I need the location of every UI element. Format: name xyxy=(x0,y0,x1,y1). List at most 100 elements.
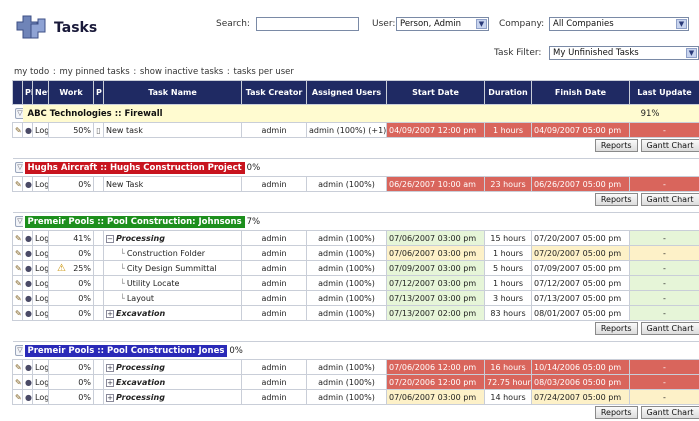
link-tasks-per-user[interactable]: tasks per user xyxy=(233,67,293,77)
col-last-update[interactable]: Last Update xyxy=(630,81,699,105)
new-log-cell[interactable]: Log xyxy=(33,231,49,246)
new-log-cell[interactable]: Log xyxy=(33,261,49,276)
expand-icon[interactable]: + xyxy=(106,310,114,318)
task-name[interactable]: New task xyxy=(106,126,143,135)
task-name-cell: +Excavation xyxy=(104,375,242,390)
expand-icon[interactable]: + xyxy=(106,364,114,372)
col-start-date[interactable]: Start Date xyxy=(387,81,485,105)
task-filter-select[interactable]: My Unfinished Tasks ▼ xyxy=(549,46,699,60)
pencil-icon[interactable]: ✎ xyxy=(15,279,22,288)
link-pinned-tasks[interactable]: my pinned tasks xyxy=(59,67,129,77)
pencil-icon[interactable]: ✎ xyxy=(15,309,22,318)
col-work[interactable]: Work xyxy=(49,81,94,105)
new-log-cell[interactable]: Log xyxy=(33,276,49,291)
collapse-chevron-icon[interactable]: ▽ xyxy=(15,345,23,356)
link-my-todo[interactable]: my todo xyxy=(14,67,49,77)
pencil-icon[interactable]: ✎ xyxy=(15,393,22,402)
link-inactive-tasks[interactable]: show inactive tasks xyxy=(140,67,223,77)
pencil-icon[interactable]: ✎ xyxy=(15,249,22,258)
collapse-icon[interactable]: − xyxy=(106,235,114,243)
pin-icon[interactable]: ● xyxy=(25,378,32,387)
new-log-cell[interactable]: Log xyxy=(33,177,49,192)
pin-icon[interactable]: ● xyxy=(25,234,32,243)
search-input[interactable] xyxy=(256,17,359,31)
col-task-creator[interactable]: Task Creator xyxy=(242,81,307,105)
company-select[interactable]: All Companies ▼ xyxy=(549,17,689,31)
new-log-cell[interactable]: Log xyxy=(33,375,49,390)
new-log-cell[interactable]: Log xyxy=(33,306,49,321)
pin-icon[interactable]: ● xyxy=(25,294,32,303)
pencil-icon[interactable]: ✎ xyxy=(15,264,22,273)
actions-row: ReportsGantt Chart xyxy=(13,321,699,337)
task-links: my todo : my pinned tasks : show inactiv… xyxy=(14,67,294,77)
pin-cell: ● xyxy=(23,360,33,375)
pin-icon[interactable]: ● xyxy=(25,126,32,135)
pencil-icon[interactable]: ✎ xyxy=(15,234,22,243)
pencil-icon[interactable]: ✎ xyxy=(15,180,22,189)
col-task-name[interactable]: Task Name xyxy=(104,81,242,105)
pin-icon[interactable]: ● xyxy=(25,279,32,288)
new-log-cell[interactable]: Log xyxy=(33,360,49,375)
edit-cell: ✎ xyxy=(13,246,23,261)
project-name[interactable]: ABC Technologies :: Firewall xyxy=(25,108,166,120)
new-log-cell[interactable]: Log xyxy=(33,291,49,306)
task-name[interactable]: Construction Folder xyxy=(127,249,205,258)
pencil-icon[interactable]: ✎ xyxy=(15,378,22,387)
duration-cell: 5 hours xyxy=(485,261,532,276)
pin-icon[interactable]: ● xyxy=(25,264,32,273)
col-finish-date[interactable]: Finish Date xyxy=(532,81,630,105)
col-assigned-users[interactable]: Assigned Users xyxy=(307,81,387,105)
task-row: ✎●Log0%+Excavationadminadmin (100%)07/20… xyxy=(13,375,699,390)
pin-icon[interactable]: ● xyxy=(25,180,32,189)
project-name[interactable]: Hughs Aircraft :: Hughs Construction Pro… xyxy=(25,162,245,174)
user-select[interactable]: Person, Admin ▼ xyxy=(396,17,489,31)
task-row: ✎●Log0%+Excavationadminadmin (100%)07/13… xyxy=(13,306,699,321)
task-name[interactable]: Excavation xyxy=(116,378,165,387)
duration-cell: 14 hours xyxy=(485,390,532,405)
collapse-chevron-icon[interactable]: ▽ xyxy=(15,108,23,119)
task-name[interactable]: Utility Locate xyxy=(127,279,180,288)
edit-cell: ✎ xyxy=(13,123,23,138)
pin-cell: ● xyxy=(23,375,33,390)
pin-icon[interactable]: ● xyxy=(25,309,32,318)
project-name[interactable]: Premeir Pools :: Pool Construction: John… xyxy=(25,216,245,228)
task-name[interactable]: New Task xyxy=(106,180,143,189)
priority-cell xyxy=(94,375,104,390)
collapse-chevron-icon[interactable]: ▽ xyxy=(15,216,23,227)
assigned-users-cell: admin (100%) xyxy=(307,261,387,276)
gantt-chart-button[interactable]: Gantt Chart xyxy=(641,322,699,335)
pin-icon[interactable]: ● xyxy=(25,249,32,258)
task-name[interactable]: City Design Summittal xyxy=(127,264,217,273)
new-log-cell[interactable]: Log xyxy=(33,246,49,261)
task-name-cell: +Excavation xyxy=(104,306,242,321)
actions-cell: ReportsGantt Chart xyxy=(13,192,699,208)
expand-icon[interactable]: + xyxy=(106,394,114,402)
reports-button[interactable]: Reports xyxy=(595,193,638,206)
pencil-icon[interactable]: ✎ xyxy=(15,126,22,135)
col-pin[interactable]: Pin xyxy=(23,81,33,105)
gantt-chart-button[interactable]: Gantt Chart xyxy=(641,193,699,206)
task-name[interactable]: Processing xyxy=(116,363,165,372)
task-name[interactable]: Processing xyxy=(116,393,165,402)
col-new-log[interactable]: New Log xyxy=(33,81,49,105)
pin-icon[interactable]: ● xyxy=(25,363,32,372)
pin-icon[interactable]: ● xyxy=(25,393,32,402)
reports-button[interactable]: Reports xyxy=(595,139,638,152)
task-name[interactable]: Processing xyxy=(116,234,165,243)
gantt-chart-button[interactable]: Gantt Chart xyxy=(641,139,699,152)
new-log-cell[interactable]: Log xyxy=(33,390,49,405)
project-name[interactable]: Premeir Pools :: Pool Construction: Jone… xyxy=(25,345,228,357)
col-priority[interactable]: P xyxy=(94,81,104,105)
task-name[interactable]: Excavation xyxy=(116,309,165,318)
start-date-cell: 07/13/2007 03:00 pm xyxy=(387,291,485,306)
new-log-cell[interactable]: Log xyxy=(33,123,49,138)
task-name[interactable]: Layout xyxy=(127,294,154,303)
assigned-users-cell: admin (100%) xyxy=(307,231,387,246)
pencil-icon[interactable]: ✎ xyxy=(15,294,22,303)
collapse-chevron-icon[interactable]: ▽ xyxy=(15,162,23,173)
pencil-icon[interactable]: ✎ xyxy=(15,363,22,372)
col-duration[interactable]: Duration xyxy=(485,81,532,105)
expand-icon[interactable]: + xyxy=(106,379,114,387)
collapse-cell: ▽ xyxy=(13,159,23,177)
reports-button[interactable]: Reports xyxy=(595,322,638,335)
